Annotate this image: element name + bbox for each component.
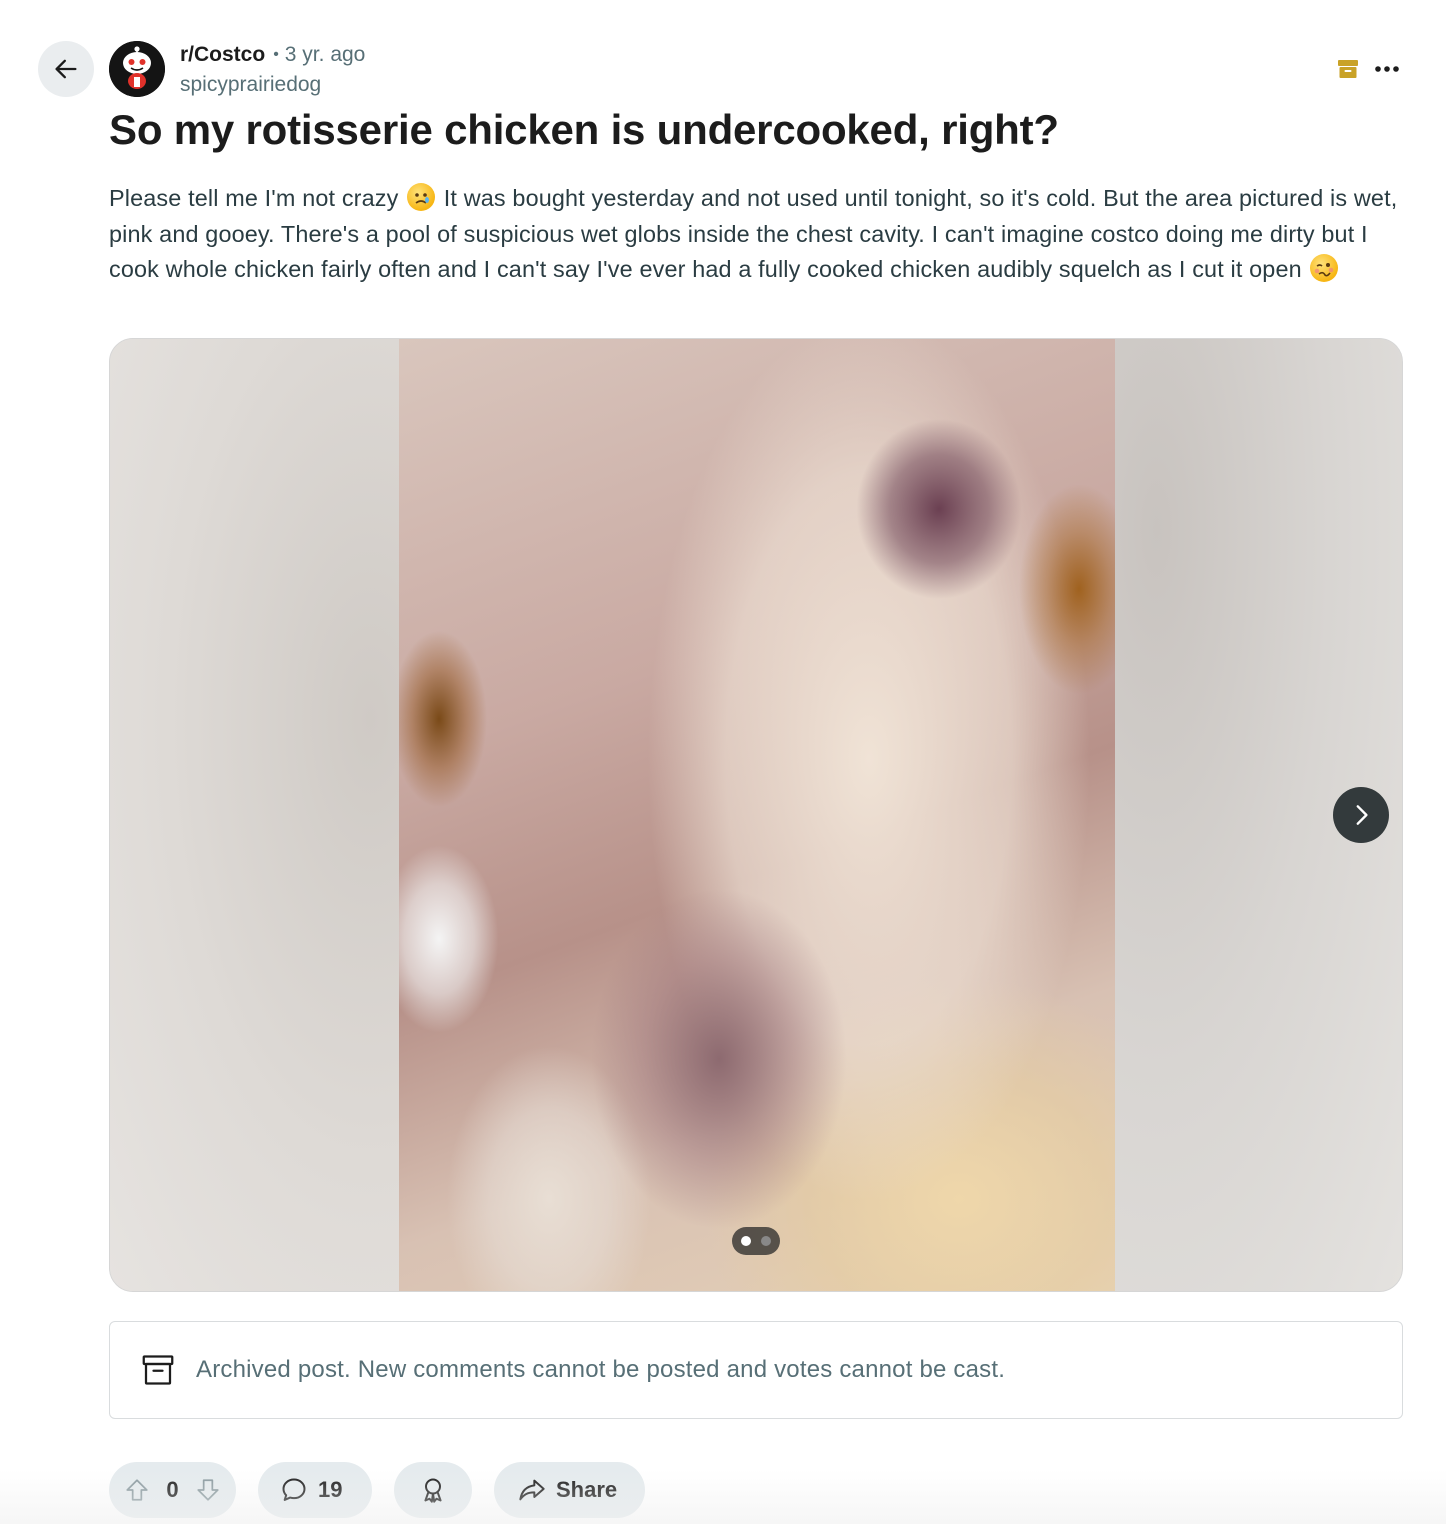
share-label: Share: [556, 1477, 618, 1502]
upvote-icon: [126, 1479, 148, 1501]
comments-button[interactable]: 19: [258, 1462, 372, 1518]
back-button[interactable]: [38, 41, 94, 97]
pager-dot: [761, 1236, 771, 1246]
vote-count: 0: [166, 1477, 179, 1502]
post-title: So my rotisserie chicken is undercooked,…: [109, 106, 1059, 153]
downvote-button[interactable]: [192, 1474, 224, 1506]
meta-separator: •: [273, 46, 279, 63]
chevron-right-icon: [1356, 805, 1368, 825]
comment-count: 19: [318, 1477, 343, 1502]
snoo-icon: [109, 41, 165, 97]
subreddit-link[interactable]: r/Costco: [180, 42, 265, 68]
upvote-button[interactable]: [121, 1474, 153, 1506]
gallery-next-button[interactable]: [1333, 787, 1389, 843]
share-icon: [519, 1479, 545, 1501]
more-options-button[interactable]: [1370, 52, 1404, 86]
share-button[interactable]: Share: [494, 1462, 645, 1518]
post-body-part1: Please tell me I'm not crazy: [109, 185, 399, 211]
author-link[interactable]: spicyprairiedog: [180, 71, 365, 99]
archived-notice: Archived post. New comments cannot be po…: [109, 1321, 1403, 1419]
archive-outline-icon: [142, 1355, 174, 1385]
post-meta: r/Costco • 3 yr. ago spicyprairiedog: [180, 42, 365, 99]
ellipsis-icon: [1375, 66, 1399, 72]
award-icon: [424, 1478, 442, 1503]
pager-dot-active: [741, 1236, 751, 1246]
downvote-icon: [197, 1479, 219, 1501]
post-age: 3 yr. ago: [284, 43, 366, 66]
gallery-pager: [732, 1227, 780, 1255]
arrow-left-icon: [55, 59, 77, 79]
post-action-bar: 0 19 Share: [109, 1462, 645, 1518]
woozy-face-icon: [1310, 254, 1339, 283]
image-gallery[interactable]: [109, 338, 1403, 1292]
vote-control: 0: [109, 1462, 236, 1518]
subreddit-avatar[interactable]: [109, 41, 165, 97]
archive-icon: [1338, 60, 1358, 78]
comment-icon: [282, 1478, 306, 1501]
archived-notice-text: Archived post. New comments cannot be po…: [196, 1356, 1006, 1383]
crying-face-icon: [407, 183, 436, 211]
post-body: Please tell me I'm not crazy It was boug…: [109, 181, 1409, 288]
award-button[interactable]: [394, 1462, 472, 1518]
gallery-blur-left: [110, 339, 399, 1291]
chicken-photo[interactable]: [399, 339, 1115, 1291]
